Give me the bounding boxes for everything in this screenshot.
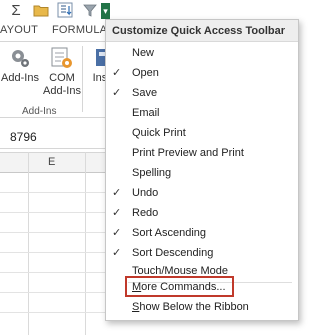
menu-item-label: Sort Ascending	[132, 227, 206, 239]
menu-item-label: Email	[132, 107, 160, 119]
customize-qat-menu: Customize Quick Access Toolbar New ✓ Ope…	[105, 19, 299, 321]
ribbon-panel: Add-Ins COM Add-Ins Inse Add-Ins	[0, 42, 113, 117]
menu-item-label: Spelling	[132, 167, 172, 179]
group-separator	[82, 46, 83, 112]
grid-row-line	[0, 292, 110, 293]
autosum-icon[interactable]: Σ	[8, 2, 24, 19]
menu-item-label: Open	[132, 67, 159, 79]
grid-row-line	[0, 192, 110, 193]
menu-item-label: Quick Print	[132, 127, 186, 139]
menu-item-label: Show Below the Ribbon	[132, 301, 249, 313]
grid-row-line	[0, 212, 110, 213]
menu-item-label: Save	[132, 87, 158, 99]
com-label-line1: COM	[49, 72, 75, 84]
checkmark-icon: ✓	[112, 207, 122, 219]
ribbon-group-label: Add-Ins	[22, 106, 57, 117]
grid-column-line	[28, 152, 29, 335]
menu-item-label: Print Preview and Print	[132, 147, 244, 159]
menu-title: Customize Quick Access Toolbar	[106, 20, 298, 42]
menu-item-save[interactable]: ✓ Save	[106, 83, 298, 103]
highlight-box	[125, 276, 234, 297]
menu-item-new[interactable]: New	[106, 43, 298, 63]
add-ins-button[interactable]: Add-Ins	[0, 42, 40, 85]
formula-bar-border	[0, 148, 110, 149]
column-headers: E	[0, 152, 110, 173]
com-label-line2: Add-Ins	[43, 85, 81, 97]
menu-item-label: Undo	[132, 187, 159, 199]
menu-item-undo[interactable]: ✓ Undo	[106, 183, 298, 203]
menu-item-label: Sort Descending	[132, 247, 214, 259]
checkmark-icon: ✓	[112, 87, 122, 99]
quick-access-toolbar: Σ ▾	[0, 0, 300, 20]
menu-item-quick-print[interactable]: Quick Print	[106, 123, 298, 143]
com-add-ins-button[interactable]: COM Add-Ins	[42, 42, 82, 98]
menu-item-redo[interactable]: ✓ Redo	[106, 203, 298, 223]
grid-row-line	[0, 252, 110, 253]
grid-column-line	[85, 152, 86, 335]
grid-row-line	[0, 312, 110, 313]
menu-item-email[interactable]: Email	[106, 103, 298, 123]
sort-icon[interactable]	[57, 2, 73, 18]
gear-icon	[9, 46, 31, 70]
formula-value: 8796	[10, 130, 37, 144]
checkmark-icon: ✓	[112, 227, 122, 239]
com-add-ins-icon	[51, 46, 73, 70]
checkmark-icon: ✓	[112, 187, 122, 199]
menu-item-spelling[interactable]: Spelling	[106, 163, 298, 183]
menu-item-label: New	[132, 47, 155, 59]
grid-row-line	[0, 232, 110, 233]
menu-item-show-below-ribbon[interactable]: Show Below the Ribbon	[106, 297, 298, 317]
add-ins-label: Add-Ins	[1, 72, 39, 84]
open-folder-icon[interactable]	[33, 2, 49, 18]
menu-item-open[interactable]: ✓ Open	[106, 63, 298, 83]
menu-item-sort-ascending[interactable]: ✓ Sort Ascending	[106, 223, 298, 243]
menu-item-print-preview[interactable]: Print Preview and Print	[106, 143, 298, 163]
checkmark-icon: ✓	[112, 247, 122, 259]
grid-row-line	[0, 272, 110, 273]
column-header-e[interactable]: E	[48, 156, 55, 168]
tab-page-layout[interactable]: AYOUT	[0, 24, 38, 36]
checkmark-icon: ✓	[112, 67, 122, 79]
menu-item-label: Redo	[132, 207, 159, 219]
formula-bar[interactable]: 8796	[0, 118, 110, 148]
customize-qat-dropdown-button[interactable]: ▾	[101, 3, 110, 19]
menu-item-sort-descending[interactable]: ✓ Sort Descending	[106, 243, 298, 263]
filter-icon[interactable]	[82, 2, 98, 18]
